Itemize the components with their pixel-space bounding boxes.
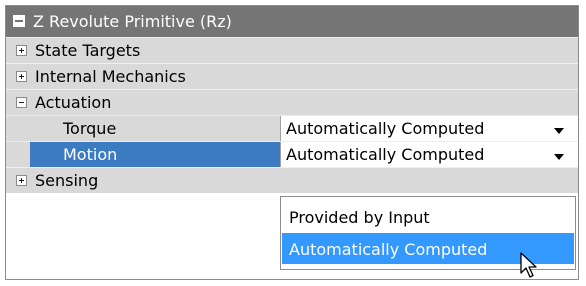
property-name: Motion	[63, 145, 118, 164]
group-label: Sensing	[35, 171, 99, 190]
option-label: Automatically Computed	[289, 240, 488, 259]
group-state-targets[interactable]: State Targets	[6, 37, 578, 63]
select-value: Automatically Computed	[286, 145, 485, 164]
group-actuation[interactable]: Actuation	[6, 89, 578, 115]
expand-icon[interactable]	[16, 175, 27, 186]
expand-icon[interactable]	[16, 45, 27, 56]
group-label: Internal Mechanics	[35, 67, 186, 86]
collapse-icon[interactable]	[16, 97, 27, 108]
block-title: Z Revolute Primitive (Rz)	[33, 12, 232, 31]
option-label: Provided by Input	[289, 208, 430, 227]
chevron-down-icon[interactable]	[554, 154, 564, 160]
group-label: Actuation	[35, 93, 112, 112]
property-name: Torque	[63, 119, 117, 138]
group-internal-mechanics[interactable]: Internal Mechanics	[6, 63, 578, 89]
motion-select[interactable]: Automatically Computed	[280, 142, 578, 168]
property-row-motion[interactable]: Motion Automatically Computed	[6, 141, 578, 168]
mouse-pointer-icon	[520, 252, 537, 278]
block-header[interactable]: Z Revolute Primitive (Rz)	[6, 6, 578, 37]
chevron-down-icon[interactable]	[554, 128, 564, 134]
collapse-icon[interactable]	[13, 15, 25, 27]
dropdown-option-provided-by-input[interactable]: Provided by Input	[282, 201, 574, 232]
torque-select[interactable]: Automatically Computed	[280, 116, 578, 142]
select-value: Automatically Computed	[286, 119, 485, 138]
expand-icon[interactable]	[16, 71, 27, 82]
property-row-torque[interactable]: Torque Automatically Computed	[6, 115, 578, 142]
group-label: State Targets	[35, 41, 141, 60]
group-sensing[interactable]: Sensing	[6, 167, 578, 193]
